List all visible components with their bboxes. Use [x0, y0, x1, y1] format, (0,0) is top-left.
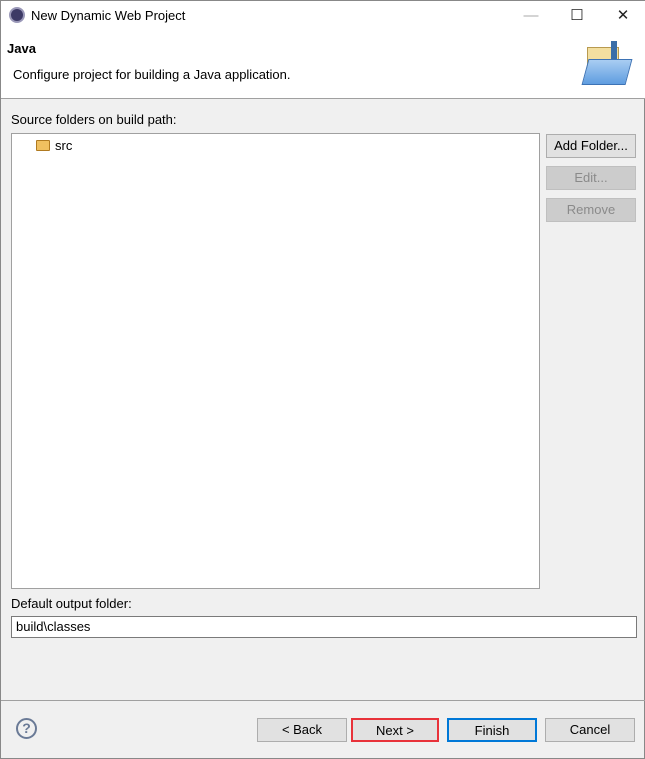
output-folder-input[interactable]: build\classes [11, 616, 637, 638]
cancel-button[interactable]: Cancel [545, 718, 635, 742]
window-title: New Dynamic Web Project [31, 8, 186, 23]
edit-button: Edit... [546, 166, 636, 190]
add-folder-button[interactable]: Add Folder... [546, 134, 636, 158]
close-icon[interactable]: ✕ [600, 3, 645, 29]
eclipse-app-icon [9, 7, 25, 23]
output-folder-label: Default output folder: [11, 596, 132, 611]
source-folders-label: Source folders on build path: [11, 112, 177, 127]
wizard-header: Java Configure project for building a Ja… [1, 31, 645, 99]
minimize-icon[interactable]: — [508, 3, 554, 29]
remove-button: Remove [546, 198, 636, 222]
finish-button[interactable]: Finish [447, 718, 537, 742]
source-folders-list[interactable]: src [11, 133, 540, 589]
java-folder-icon [581, 41, 637, 89]
footer-divider [1, 700, 645, 701]
page-description: Configure project for building a Java ap… [13, 67, 291, 82]
page-title: Java [7, 41, 36, 56]
title-bar: New Dynamic Web Project — ☐ ✕ [1, 1, 645, 31]
help-icon[interactable]: ? [16, 718, 37, 739]
back-button[interactable]: < Back [257, 718, 347, 742]
maximize-icon[interactable]: ☐ [554, 3, 600, 29]
source-folder-icon [36, 140, 50, 151]
list-item[interactable]: src [36, 138, 72, 153]
next-button[interactable]: Next > [351, 718, 439, 742]
list-item-label: src [55, 138, 73, 153]
